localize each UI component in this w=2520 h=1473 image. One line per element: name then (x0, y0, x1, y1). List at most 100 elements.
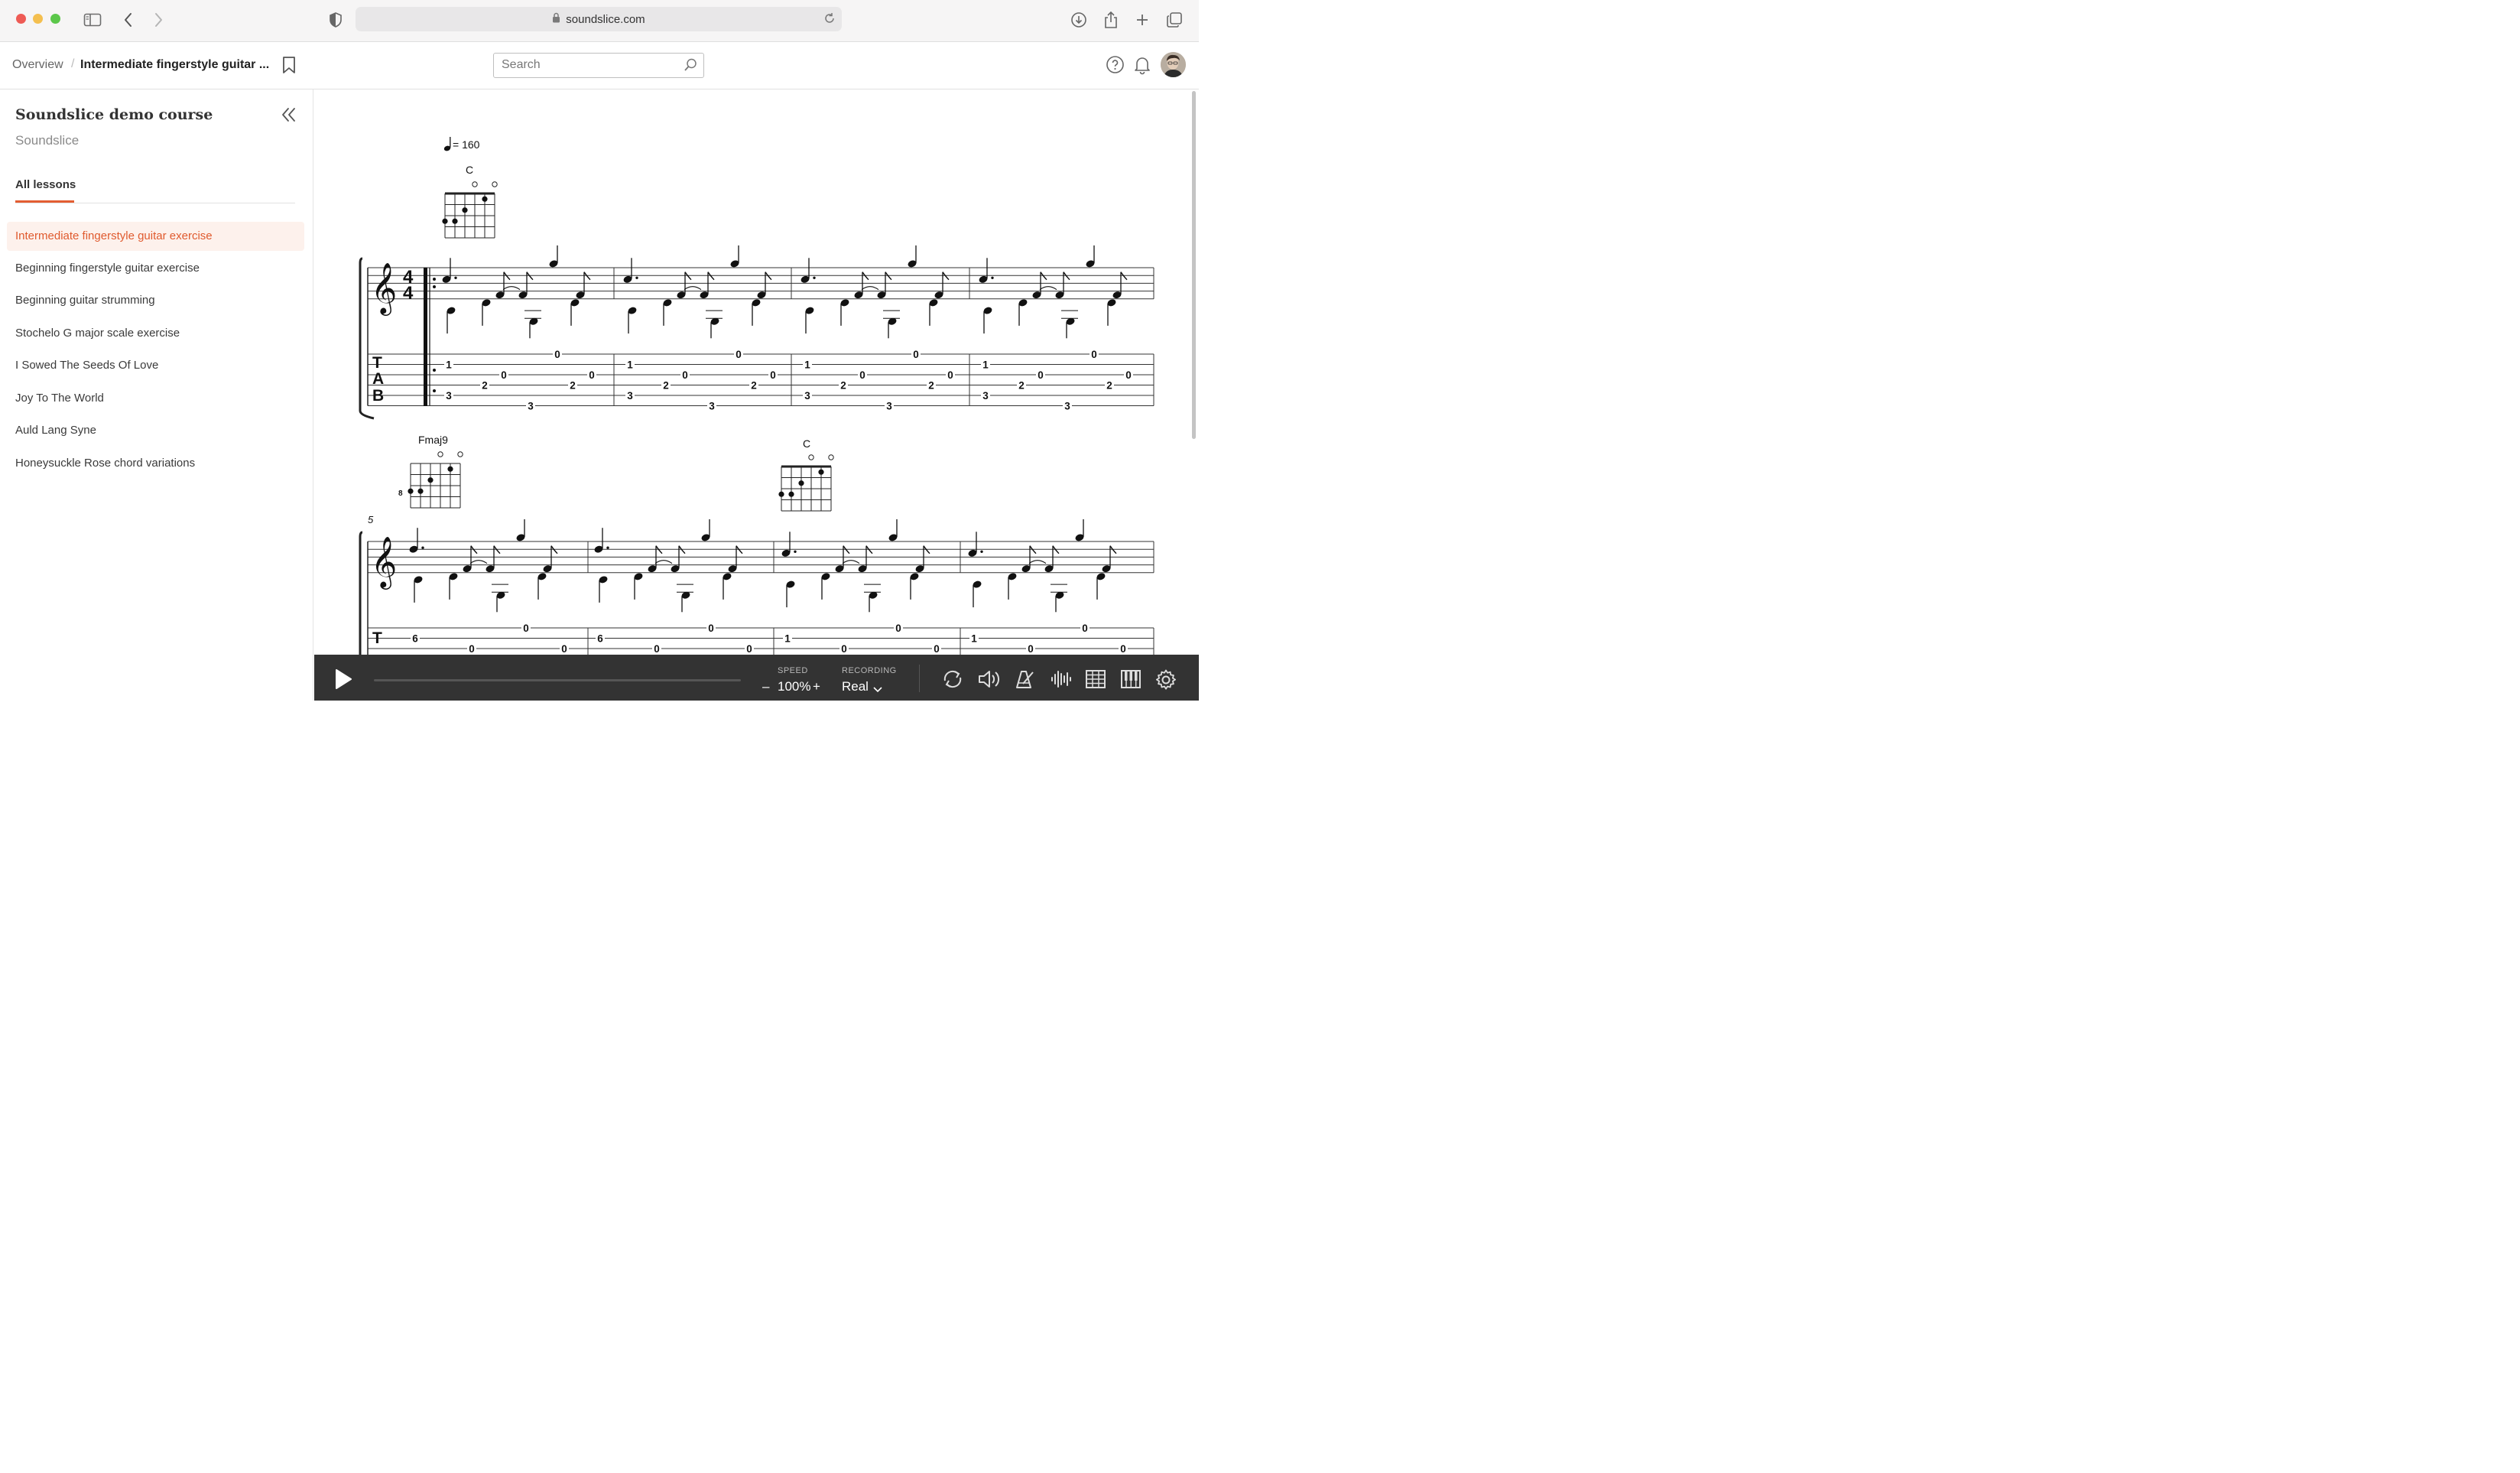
chevron-down-icon[interactable] (872, 684, 883, 697)
recording-select[interactable]: Real (842, 679, 869, 694)
tab-fret-number: 2 (751, 380, 757, 392)
tab-fret-number: 0 (859, 369, 865, 381)
lesson-item-stochelo-scale[interactable]: Stochelo G major scale exercise (7, 319, 304, 348)
tie (469, 560, 488, 564)
measure-notes (979, 245, 1128, 339)
chord-name-fmaj9: Fmaj9 (418, 434, 448, 446)
tab-numbers: 0 1 0 2 3 3 0 2 0 1 0 2 3 3 0 2 0 1 0 2 3 3 0 2 0 1 0 2 3 3 0 2 6 0 0 0 6 0 0 0… (411, 348, 1133, 655)
waveform-icon[interactable] (1050, 668, 1071, 694)
notation-score[interactable]: = 160 C Fmaj9 C 8 𝄞 𝄞 0102330201023302010… (314, 89, 1199, 655)
note-flag (885, 272, 892, 281)
chord-diagram (442, 181, 498, 239)
tab-fret-number: 2 (1018, 380, 1025, 392)
tab-fret-number: 0 (682, 369, 688, 381)
chord-name-c-2: C (803, 437, 810, 450)
tab-fret-number: 0 (554, 349, 560, 360)
reload-icon[interactable] (823, 12, 836, 28)
privacy-shield-icon[interactable] (325, 9, 346, 31)
chord-name-c-1: C (466, 164, 473, 176)
tab-clef-t: T (372, 354, 382, 372)
tab-fret-number: 3 (1064, 401, 1070, 412)
tab-fret-number: 0 (913, 349, 919, 360)
chord-diagrams (408, 181, 834, 512)
tab-fret-number: 1 (627, 359, 633, 371)
lesson-item-beginning-strumming[interactable]: Beginning guitar strumming (7, 286, 304, 315)
tab-fret-number: 3 (804, 390, 810, 402)
user-avatar[interactable] (1161, 52, 1186, 77)
minimize-window-button[interactable] (33, 14, 43, 24)
chevron-right-icon[interactable] (148, 9, 169, 31)
metronome-icon[interactable] (1013, 668, 1036, 694)
measure-notes (594, 519, 743, 613)
lesson-item-beginning-fingerstyle[interactable]: Beginning fingerstyle guitar exercise (7, 254, 304, 283)
share-icon[interactable] (1100, 9, 1122, 31)
piano-icon[interactable] (1120, 668, 1141, 694)
lesson-item-honeysuckle-rose[interactable]: Honeysuckle Rose chord variations (7, 449, 304, 478)
tab-fret-number: 0 (895, 623, 901, 634)
breadcrumb-current: Intermediate fingerstyle guitar ... (80, 58, 270, 71)
lesson-item-joy-to-the-world[interactable]: Joy To The World (7, 384, 304, 413)
lesson-item-seeds-of-love[interactable]: I Sowed The Seeds Of Love (7, 351, 304, 380)
note-flag (862, 272, 869, 281)
plus-icon[interactable] (1132, 9, 1153, 31)
chord-finger-dot (417, 488, 424, 494)
tab-fret-number: 0 (1028, 643, 1034, 655)
search-box (493, 53, 704, 78)
tab-fret-number: 0 (1091, 349, 1097, 360)
score-canvas[interactable]: = 160 C Fmaj9 C 8 𝄞𝄞 0102330201023302010… (314, 89, 1199, 655)
tab-fret-number: 2 (840, 380, 846, 392)
breadcrumb-overview-link[interactable]: Overview (12, 58, 63, 72)
sidebar-toggle-icon[interactable] (82, 9, 103, 31)
tab-fret-number: 0 (561, 643, 567, 655)
tie (1039, 286, 1057, 291)
double-chevron-left-icon[interactable] (280, 106, 298, 127)
chord-open-string (472, 181, 478, 187)
play-icon[interactable] (333, 668, 353, 694)
grid-icon[interactable] (1085, 668, 1106, 694)
speed-decrease-button[interactable]: – (762, 679, 769, 694)
chord-finger-dot (788, 491, 794, 497)
tab-fret-number: 6 (597, 633, 603, 645)
lesson-item-auld-lang-syne[interactable]: Auld Lang Syne (7, 416, 304, 445)
tie (502, 286, 521, 291)
tempo-marking: = 160 (443, 137, 480, 151)
chevron-left-icon[interactable] (118, 9, 139, 31)
chord-open-string (457, 451, 463, 457)
staff-systems: 𝄞𝄞 (359, 245, 1154, 655)
search-icon[interactable] (683, 57, 698, 76)
breadcrumb-separator: / (71, 57, 75, 70)
measure-notes (968, 519, 1117, 613)
tie (684, 286, 702, 291)
player-divider (919, 665, 920, 692)
help-icon[interactable] (1106, 55, 1125, 78)
score-scrollbar[interactable] (1192, 91, 1196, 439)
note-flag (1040, 272, 1047, 281)
tie (842, 560, 860, 564)
gear-icon[interactable] (1154, 668, 1177, 695)
playback-progress-bar[interactable] (374, 679, 741, 681)
search-input[interactable] (502, 58, 677, 72)
speed-increase-button[interactable]: + (813, 679, 820, 694)
download-icon[interactable] (1068, 9, 1090, 31)
course-author[interactable]: Soundslice (15, 133, 79, 148)
note-dot (980, 550, 983, 553)
measure-notes (800, 245, 950, 339)
tab-fret-number: 2 (570, 380, 576, 392)
lesson-item-intermediate-fingerstyle[interactable]: Intermediate fingerstyle guitar exercise (7, 222, 304, 251)
tab-clef-b: B (372, 387, 384, 405)
treble-clef-icon: 𝄞 (371, 262, 397, 316)
tab-fret-number: 0 (947, 369, 953, 381)
chord-finger-dot (798, 480, 804, 486)
bookmark-icon[interactable] (281, 56, 297, 78)
close-window-button[interactable] (16, 14, 26, 24)
chord-open-string (808, 454, 814, 460)
bell-icon[interactable] (1133, 55, 1151, 79)
tab-all-lessons[interactable]: All lessons (15, 178, 76, 191)
tabs-overview-icon[interactable] (1164, 9, 1185, 31)
volume-icon[interactable] (977, 668, 1002, 694)
loop-icon[interactable] (941, 668, 964, 694)
speed-value: 100% (778, 679, 811, 694)
course-sidebar: Soundslice demo course Soundslice All le… (0, 89, 313, 701)
address-bar[interactable]: soundslice.com (356, 7, 842, 31)
zoom-window-button[interactable] (50, 14, 60, 24)
